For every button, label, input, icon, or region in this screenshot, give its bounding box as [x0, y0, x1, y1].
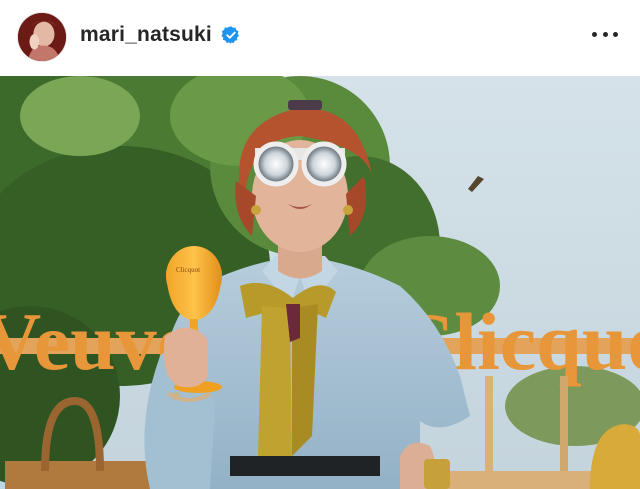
hand — [163, 327, 208, 388]
glass-text: Clicquot — [176, 266, 200, 274]
profile-avatar-icon — [18, 13, 66, 61]
avatar[interactable] — [17, 12, 67, 62]
verified-badge-icon — [221, 26, 239, 44]
belt — [230, 456, 380, 476]
post-header: mari_natsuki — [0, 0, 640, 76]
more-dot-icon — [592, 31, 597, 37]
more-options-button[interactable] — [592, 28, 618, 40]
more-dot-icon — [613, 31, 618, 37]
more-dot-icon — [602, 31, 608, 37]
photo-scene: Veuve Clicquot — [0, 76, 640, 489]
scarf-tail-left — [258, 306, 292, 471]
username[interactable]: mari_natsuki — [80, 23, 212, 47]
post-photo[interactable]: Veuve Clicquot — [0, 76, 640, 489]
